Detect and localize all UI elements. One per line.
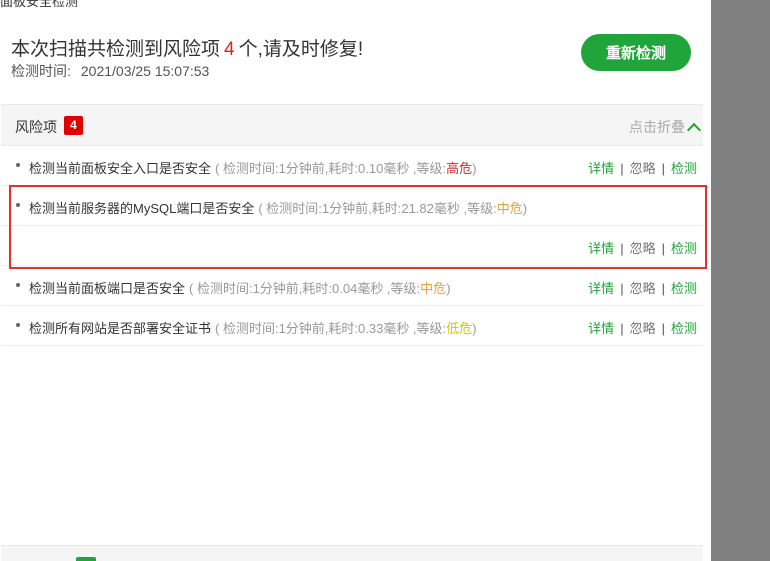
risk-actions: 详情 | 忽略 | 检测 <box>588 241 697 256</box>
scan-time-value: 2021/03/25 15:07:53 <box>80 63 210 79</box>
rescan-button[interactable]: 重新检测 <box>581 34 691 71</box>
details-link[interactable]: 详情 <box>588 281 614 296</box>
bullet-icon <box>16 283 20 287</box>
ignore-link[interactable]: 忽略 <box>630 321 656 336</box>
risk-level-badge: 低危 <box>446 321 473 336</box>
collapse-toggle[interactable]: 点击折叠 <box>629 117 702 137</box>
check-link[interactable]: 检测 <box>671 321 697 336</box>
next-section-badge <box>76 557 96 561</box>
risk-item: 检测当前面板安全入口是否安全( 检测时间:1分钟前,耗时:0.10毫秒 ,等级:… <box>1 146 703 186</box>
summary-prefix: 本次扫描共检测到风险项 <box>11 39 221 60</box>
check-link[interactable]: 检测 <box>671 161 697 176</box>
ignore-link[interactable]: 忽略 <box>630 241 656 256</box>
background-strip <box>711 0 770 561</box>
risk-item: 检测当前服务器的MySQL端口是否安全( 检测时间:1分钟前,耗时:21.82毫… <box>1 186 703 266</box>
details-link[interactable]: 详情 <box>588 241 614 256</box>
check-link[interactable]: 检测 <box>671 241 697 256</box>
risk-count-badge: 4 <box>64 116 83 135</box>
scan-summary: 本次扫描共检测到风险项 4 个,请及时修复! <box>11 34 363 61</box>
ignore-link[interactable]: 忽略 <box>630 161 656 176</box>
risk-level-badge: 中危 <box>420 281 447 296</box>
risk-title: 检测所有网站是否部署安全证书 <box>29 321 212 336</box>
window-titlebar: 面板安全检测 <box>0 0 711 9</box>
check-link[interactable]: 检测 <box>671 281 697 296</box>
risk-level-badge: 高危 <box>446 161 473 176</box>
risk-title: 检测当前服务器的MySQL端口是否安全 <box>29 201 255 216</box>
risk-actions: 详情 | 忽略 | 检测 <box>588 321 697 336</box>
risk-item: 检测所有网站是否部署安全证书( 检测时间:1分钟前,耗时:0.33毫秒 ,等级:… <box>1 306 703 346</box>
next-section-header <box>1 545 703 561</box>
bullet-icon <box>16 203 20 207</box>
risk-meta: ( 检测时间:1分钟前,耗时:0.33毫秒 ,等级:低危) <box>215 321 477 336</box>
collapse-label: 点击折叠 <box>629 119 685 135</box>
chevron-up-icon <box>686 122 702 137</box>
risk-title: 检测当前面板端口是否安全 <box>29 281 186 296</box>
risk-meta: ( 检测时间:1分钟前,耗时:0.04毫秒 ,等级:中危) <box>189 281 451 296</box>
risk-item: 检测当前面板端口是否安全( 检测时间:1分钟前,耗时:0.04毫秒 ,等级:中危… <box>1 266 703 306</box>
ignore-link[interactable]: 忽略 <box>630 281 656 296</box>
summary-suffix: 个,请及时修复! <box>238 39 364 60</box>
security-scan-panel: 面板安全检测 本次扫描共检测到风险项 4 个,请及时修复! 检测时间: 2021/03… <box>0 0 711 561</box>
risk-title: 检测当前面板安全入口是否安全 <box>29 161 212 176</box>
risk-level-badge: 中危 <box>496 201 523 216</box>
scan-time-label: 检测时间: <box>11 63 71 79</box>
risk-section-title: 风险项 <box>15 119 57 135</box>
details-link[interactable]: 详情 <box>588 321 614 336</box>
scan-time: 检测时间: 2021/03/25 15:07:53 <box>11 61 209 81</box>
bullet-icon <box>16 323 20 327</box>
risk-count: 4 <box>224 39 235 60</box>
risk-actions: 详情 | 忽略 | 检测 <box>588 281 697 296</box>
window-title: 面板安全检测 <box>0 0 79 9</box>
risk-meta: ( 检测时间:1分钟前,耗时:21.82毫秒 ,等级:中危) <box>258 201 528 216</box>
risk-actions: 详情 | 忽略 | 检测 <box>588 161 697 176</box>
bullet-icon <box>16 163 20 167</box>
risk-meta: ( 检测时间:1分钟前,耗时:0.10毫秒 ,等级:高危) <box>215 161 477 176</box>
details-link[interactable]: 详情 <box>588 161 614 176</box>
risk-section-header: 风险项 4 点击折叠 <box>1 104 703 146</box>
